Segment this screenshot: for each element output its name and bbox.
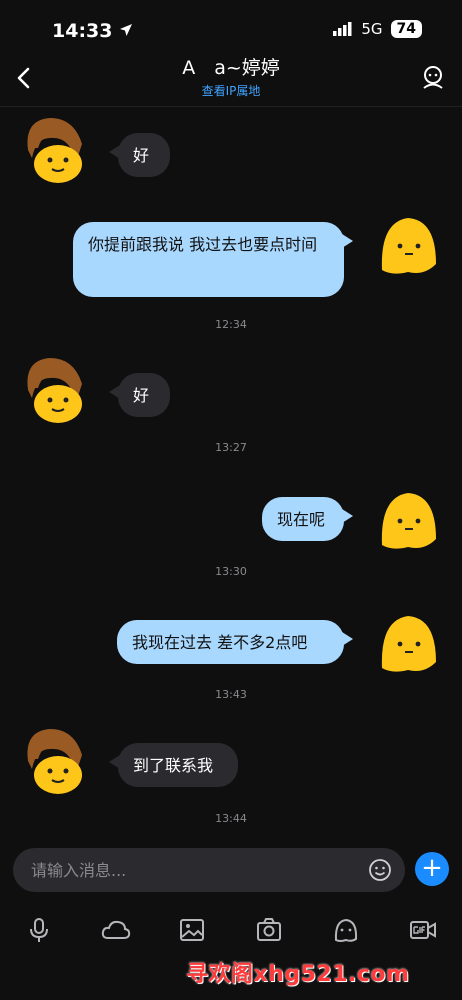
message-timestamp: 13:43: [215, 688, 247, 701]
watermark: 寻欢阁xhg521.com: [186, 962, 410, 987]
my-avatar[interactable]: [378, 214, 440, 276]
status-bar: 14:33 5G 74: [0, 0, 462, 56]
back-icon[interactable]: [14, 66, 34, 90]
incoming-message-bubble[interactable]: 好: [109, 133, 170, 177]
my-avatar[interactable]: [378, 612, 440, 674]
more-actions-button[interactable]: +: [415, 852, 449, 886]
signal-icon: [333, 22, 352, 36]
chat-title[interactable]: A a~婷婷: [120, 56, 342, 80]
message-timestamp: 13:44: [215, 812, 247, 825]
network-label: 5G: [361, 20, 383, 38]
battery-indicator: 74: [390, 20, 422, 38]
location-arrow-icon: [120, 24, 133, 36]
image-icon[interactable]: [178, 916, 206, 944]
message-input-row: +: [0, 842, 462, 900]
gif-icon[interactable]: [409, 916, 437, 944]
ip-location-link[interactable]: 查看IP属地: [120, 84, 342, 98]
contact-avatar[interactable]: [14, 354, 84, 424]
outgoing-message-bubble[interactable]: 你提前跟我说 我过去也要点时间: [73, 222, 353, 297]
outgoing-message-bubble[interactable]: 我现在过去 差不多2点吧: [117, 620, 353, 664]
incoming-message-bubble[interactable]: 到了联系我: [109, 743, 238, 787]
profile-icon[interactable]: [420, 64, 446, 90]
message-timestamp: 13:27: [215, 441, 247, 454]
my-avatar[interactable]: [378, 489, 440, 551]
message-timestamp: 12:34: [215, 318, 247, 331]
emoji-icon[interactable]: [368, 858, 392, 882]
contact-avatar[interactable]: [14, 725, 84, 795]
chat-header: A a~婷婷 查看IP属地: [0, 56, 462, 107]
status-time: 14:33: [52, 20, 133, 42]
outgoing-message-bubble[interactable]: 现在呢: [262, 497, 353, 541]
sticker-icon[interactable]: [332, 916, 360, 944]
camera-icon[interactable]: [255, 916, 283, 944]
message-input[interactable]: [13, 848, 405, 892]
incoming-message-bubble[interactable]: 好: [109, 373, 170, 417]
microphone-icon[interactable]: [25, 916, 53, 944]
cloud-icon[interactable]: [100, 916, 132, 944]
bottom-toolbar: [0, 910, 462, 950]
plus-icon: +: [421, 853, 443, 883]
contact-avatar[interactable]: [14, 114, 84, 184]
message-timestamp: 13:30: [215, 565, 247, 578]
